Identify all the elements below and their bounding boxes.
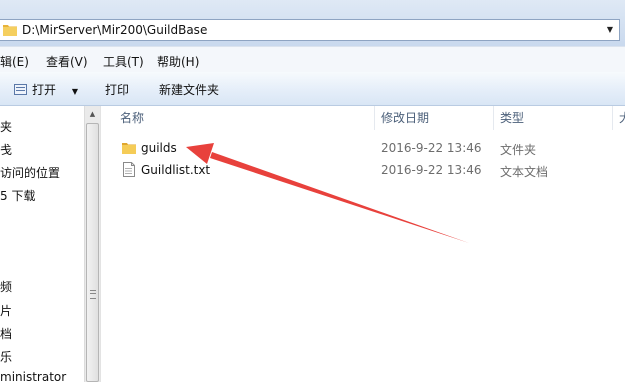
nav-item[interactable]: 戋 (0, 141, 12, 158)
table-row[interactable]: Guildlist.txt 2016-9-22 13:46 文本文档 (116, 159, 625, 181)
file-modified: 2016-9-22 13:46 (381, 141, 482, 155)
chevron-down-icon[interactable]: ▼ (605, 25, 615, 35)
print-button[interactable]: 打印 (105, 81, 129, 98)
nav-item[interactable]: 夹 (0, 118, 12, 135)
column-separator[interactable] (612, 106, 613, 130)
column-header-type[interactable]: 类型 (500, 106, 524, 130)
file-type: 文本文档 (500, 165, 549, 179)
navigation-scrollbar[interactable]: ▲ (84, 106, 100, 382)
column-separator[interactable] (493, 106, 494, 130)
menu-view[interactable]: 查看(V) (46, 53, 88, 70)
new-folder-button[interactable]: 新建文件夹 (159, 81, 219, 98)
open-icon (14, 84, 27, 95)
menu-tools[interactable]: 工具(T) (103, 53, 144, 70)
address-bar[interactable]: D:\MirServer\Mir200\GuildBase ▼ (0, 19, 620, 41)
file-type: 文件夹 (500, 143, 537, 157)
column-header-modified[interactable]: 修改日期 (381, 106, 429, 130)
chevron-down-icon: ▼ (71, 87, 78, 96)
folder-icon (122, 141, 136, 157)
nav-item-pictures[interactable]: 片 (0, 302, 12, 319)
navigation-pane: 夹 戋 访问的位置 5 下载 频 片 档 乐 ministrator (0, 106, 84, 384)
address-bar-area: D:\MirServer\Mir200\GuildBase ▼ (0, 0, 625, 46)
menu-bar: 编辑(E) 查看(V) 工具(T) 帮助(H) (0, 46, 625, 73)
nav-item-videos[interactable]: 频 (0, 278, 12, 295)
column-separator[interactable] (374, 106, 375, 130)
scrollbar-thumb[interactable] (86, 123, 99, 382)
toolbar: 打开 ▼ 打印 新建文件夹 (0, 72, 625, 106)
grip-icon (90, 290, 96, 299)
nav-item-documents[interactable]: 档 (0, 325, 12, 342)
folder-icon (3, 23, 17, 36)
table-row[interactable]: guilds 2016-9-22 13:46 文件夹 (116, 137, 625, 159)
menu-help[interactable]: 帮助(H) (157, 53, 199, 70)
address-path: D:\MirServer\Mir200\GuildBase (22, 23, 208, 37)
scroll-up-icon[interactable]: ▲ (85, 106, 100, 122)
menu-edit[interactable]: 编辑(E) (0, 53, 29, 70)
nav-item-downloads[interactable]: 5 下载 (0, 187, 35, 204)
file-modified: 2016-9-22 13:46 (381, 163, 482, 177)
file-list: 名称 修改日期 类型 大 guilds 2016-9-22 13:46 文件夹 … (101, 106, 625, 382)
text-file-icon (123, 162, 135, 180)
open-button[interactable]: 打开 ▼ (14, 81, 78, 98)
file-name: guilds (141, 141, 177, 155)
column-header-name[interactable]: 名称 (120, 106, 144, 130)
open-label: 打开 (32, 83, 57, 97)
file-name: Guildlist.txt (141, 163, 211, 177)
column-header-size[interactable]: 大 (619, 106, 625, 130)
nav-item-recent-places[interactable]: 访问的位置 (0, 164, 60, 181)
nav-item-music[interactable]: 乐 (0, 348, 12, 365)
